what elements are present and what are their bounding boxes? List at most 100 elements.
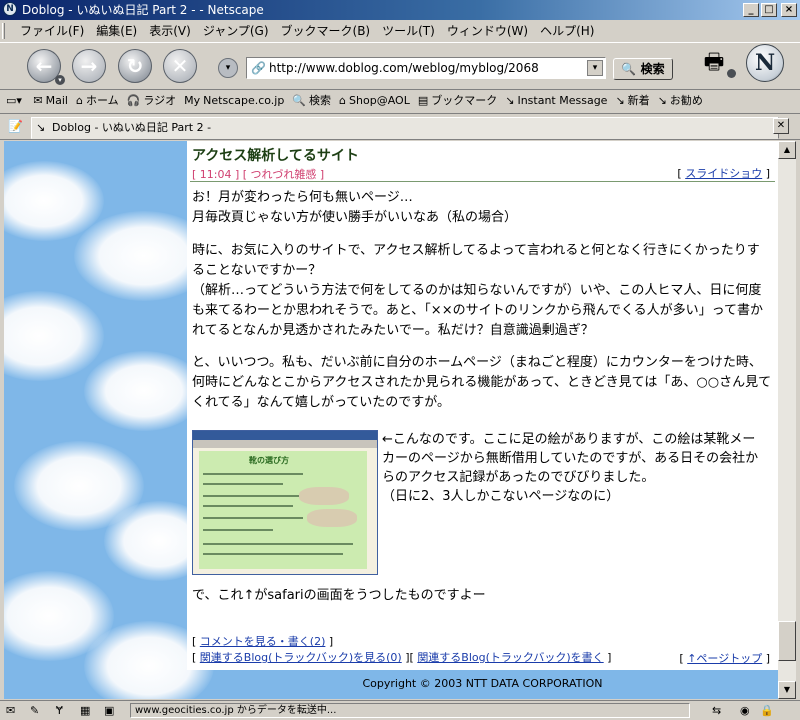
personal-toolbar-label: Shop@AOL bbox=[349, 94, 410, 107]
my-icon: My bbox=[184, 94, 201, 107]
tab-strip: 📝 ↘ Doblog - いぬいぬ日記 Part 2 - ✕ bbox=[0, 114, 800, 140]
personal-toolbar-item[interactable]: ⌂ Shop@AOL bbox=[335, 90, 414, 112]
pagetop-wrapper: [ ↑ページトップ ] bbox=[679, 652, 770, 665]
aim-icon[interactable]: Ɏ bbox=[56, 704, 63, 718]
paragraph-2: 時に、お気に入りのサイトで、アクセス解析してるよって言われると何となく行きにくか… bbox=[192, 243, 764, 338]
mail-icon: ✉ bbox=[33, 94, 43, 107]
personal-toolbar-item[interactable]: ✉ Mail bbox=[29, 90, 72, 112]
online-status-icon[interactable]: ⇆ bbox=[712, 704, 721, 718]
maximize-button[interactable]: □ bbox=[761, 3, 777, 17]
menu-item[interactable]: ツール(T) bbox=[376, 20, 441, 42]
screenshot-thumbnail-image: 靴の選び方 bbox=[192, 430, 378, 575]
article-title: アクセス解析してるサイト bbox=[192, 148, 359, 164]
forward-button[interactable]: → bbox=[72, 49, 106, 83]
menu-item[interactable]: ヘルプ(H) bbox=[534, 20, 600, 42]
cookie-eye-icon[interactable]: ◉ bbox=[740, 704, 750, 718]
url-field[interactable]: 🔗 http://www.doblog.com/weblog/myblog/20… bbox=[246, 57, 606, 79]
menu-item[interactable]: 表示(V) bbox=[143, 20, 197, 42]
stop-icon: ✕ bbox=[171, 54, 189, 78]
print-icon[interactable]: 🖶 bbox=[700, 50, 728, 76]
page-info-icon[interactable]: ▣ bbox=[104, 704, 114, 718]
menu-item[interactable]: ブックマーク(B) bbox=[275, 20, 377, 42]
url-text[interactable]: http://www.doblog.com/weblog/myblog/2068 bbox=[269, 61, 539, 75]
menu-item[interactable]: 編集(E) bbox=[90, 20, 143, 42]
personal-toolbar-label: Mail bbox=[45, 94, 68, 107]
personal-toolbar-item[interactable]: ↘ お勧め bbox=[654, 90, 707, 112]
personal-toolbar-item[interactable]: 🔍 検索 bbox=[288, 90, 335, 112]
toolbar-grip[interactable] bbox=[2, 23, 5, 39]
thumb-titlebar bbox=[193, 431, 377, 440]
search-icon: 🔍 bbox=[292, 94, 307, 107]
personal-toolbar-item[interactable]: 🎧 ラジオ bbox=[123, 90, 180, 112]
personal-toolbar-item[interactable]: ▤ ブックマーク bbox=[414, 90, 501, 112]
window-titlebar[interactable]: N Doblog - いぬいぬ日記 Part 2 - - Netscape _ … bbox=[0, 0, 800, 20]
security-lock-icon[interactable]: 🔒 bbox=[760, 704, 774, 718]
status-bar: ✉ ✎ Ɏ ▦ ▣ www.geocities.co.jp からデータを転送中.… bbox=[0, 700, 800, 720]
stop-button[interactable]: ✕ bbox=[163, 49, 197, 83]
netscape-throbber-logo[interactable]: N bbox=[746, 44, 784, 82]
scroll-down-button[interactable]: ▼ bbox=[778, 681, 796, 699]
personal-toolbar-item[interactable]: ⌂ ホーム bbox=[72, 90, 123, 112]
foot-drawing bbox=[307, 509, 357, 527]
menu-item[interactable]: ウィンドウ(W) bbox=[441, 20, 534, 42]
vertical-scrollbar[interactable]: ▲ ▼ bbox=[778, 141, 796, 699]
paragraph-1: お！月が変わったら何も無いページ… 月毎改頁じゃない方が使い勝手がいいなあ（私の… bbox=[192, 190, 518, 225]
close-window-button[interactable]: × bbox=[781, 3, 797, 17]
personal-toolbar-label: Netscape.co.jp bbox=[203, 94, 285, 107]
personal-toolbar-item[interactable]: ↘ 新着 bbox=[611, 90, 653, 112]
mail-status-icon[interactable]: ✉ bbox=[6, 704, 15, 718]
page-viewport: アクセス解析してるサイト [ 11:04 ] [ つれづれ雑感 ] [ スライド… bbox=[4, 141, 778, 699]
personal-toolbar-item[interactable]: ↘ Instant Message bbox=[501, 90, 611, 112]
trackback-view-link[interactable]: 関連するBlog(トラックバック)を見る(0) bbox=[200, 651, 402, 664]
status-text: www.geocities.co.jp からデータを転送中... bbox=[130, 703, 690, 718]
thumb-text-line bbox=[203, 543, 353, 545]
personal-toolbar-label: お勧め bbox=[669, 94, 703, 107]
back-arrow-icon: ← bbox=[35, 54, 53, 78]
copyright-text: Copyright © 2003 NTT DATA CORPORATION bbox=[362, 677, 603, 690]
bookmark-icon: ▤ bbox=[417, 94, 429, 107]
cloud-decoration bbox=[4, 291, 104, 381]
article-meta: [ 11:04 ] [ つれづれ雑感 ] bbox=[192, 168, 325, 181]
thumb-text-line bbox=[203, 553, 343, 555]
scroll-thumb[interactable] bbox=[778, 621, 796, 661]
composer-icon[interactable]: ✎ bbox=[30, 704, 39, 718]
personal-toolbar-item[interactable]: My Netscape.co.jp bbox=[180, 90, 288, 112]
menu-items: ファイル(F) 編集(E) 表示(V) ジャンプ(G) ブックマーク(B) ツール(T) ウ… bbox=[14, 20, 600, 42]
search-button[interactable]: 🔍 検索 bbox=[613, 58, 673, 80]
print-dropdown-icon[interactable] bbox=[727, 69, 736, 78]
chevron-down-icon: ▾ bbox=[225, 63, 231, 73]
minimize-button[interactable]: _ bbox=[743, 3, 759, 17]
back-dropdown-icon[interactable]: ▾ bbox=[55, 75, 65, 85]
trackback-write-link[interactable]: 関連するBlog(トラックバック)を書く bbox=[417, 651, 603, 664]
thumb-text-line bbox=[203, 495, 303, 497]
new-tab-icon[interactable]: 📝 bbox=[8, 118, 26, 134]
personal-toolbar-label: 検索 bbox=[309, 94, 332, 107]
paragraph-4: で、これ↑がsafariの画面をうつしたものですよー bbox=[192, 588, 486, 603]
tab-toggle-icon[interactable]: ▭▾ bbox=[0, 90, 26, 112]
thumb-page: 靴の選び方 bbox=[199, 451, 367, 569]
personal-toolbar-label: 新着 bbox=[627, 94, 650, 107]
page-link-icon[interactable]: 🔗 bbox=[251, 61, 266, 75]
thumb-text-line bbox=[203, 517, 303, 519]
menu-item[interactable]: ジャンプ(G) bbox=[197, 20, 275, 42]
history-dropdown-button[interactable]: ▾ bbox=[218, 58, 238, 78]
article-footer-links: [ コメントを見る・書く(2) ] [ 関連するBlog(トラックバック)を見る… bbox=[192, 634, 611, 666]
slideshow-link[interactable]: スライドショウ bbox=[685, 167, 762, 180]
menu-item[interactable]: ファイル(F) bbox=[14, 20, 90, 42]
comments-link[interactable]: コメントを見る・書く(2) bbox=[200, 635, 326, 648]
personal-toolbar-label: ラジオ bbox=[143, 94, 177, 107]
scroll-up-button[interactable]: ▲ bbox=[778, 141, 796, 159]
menu-bar: ファイル(F) 編集(E) 表示(V) ジャンプ(G) ブックマーク(B) ツール(T) ウ… bbox=[0, 20, 800, 42]
close-tab-button[interactable]: ✕ bbox=[773, 118, 789, 134]
reload-button[interactable]: ↻ bbox=[118, 49, 152, 83]
thumb-text-line bbox=[203, 505, 293, 507]
url-dropdown-icon[interactable]: ▾ bbox=[587, 60, 603, 76]
thumb-title: 靴の選び方 bbox=[249, 456, 289, 465]
pagetop-link[interactable]: ↑ページトップ bbox=[687, 652, 762, 665]
blog-article: アクセス解析してるサイト [ 11:04 ] [ つれづれ雑感 ] [ スライド… bbox=[187, 141, 778, 670]
divider bbox=[190, 181, 775, 182]
back-button[interactable]: ← ▾ bbox=[27, 49, 65, 85]
search-button-label: 検索 bbox=[640, 62, 665, 76]
tab-active-page[interactable]: ↘ Doblog - いぬいぬ日記 Part 2 - bbox=[31, 117, 779, 139]
address-book-icon[interactable]: ▦ bbox=[80, 704, 90, 718]
